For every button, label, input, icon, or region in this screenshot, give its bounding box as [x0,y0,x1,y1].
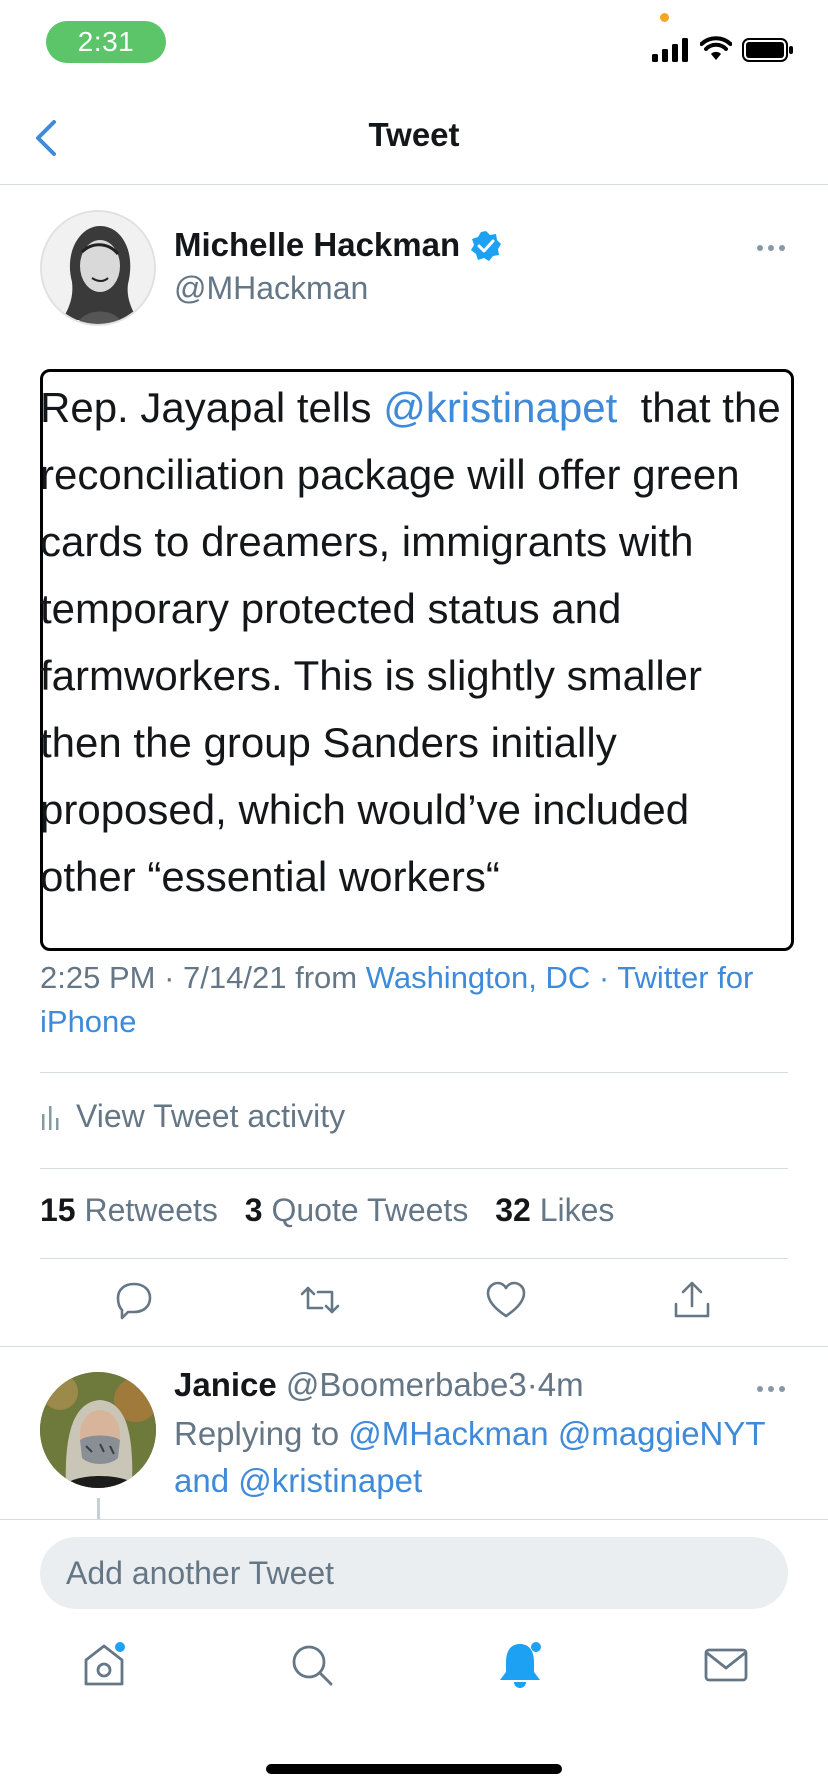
reply-author-handle[interactable]: @Boomerbabe3 [286,1366,527,1403]
retweet-icon[interactable] [298,1278,342,1322]
view-tweet-activity-label: View Tweet activity [76,1097,346,1134]
tweet-metadata: 2:25 PM · 7/14/21 from Washington, DC · … [40,956,800,1044]
tweet-time: 2:25 PM [40,960,156,995]
cellular-signal-icon [652,38,688,62]
separator-dot: · [598,960,610,995]
home-notification-dot [115,1642,125,1652]
retweets-stat[interactable]: 15 Retweets [40,1192,218,1228]
quote-tweets-label: Quote Tweets [271,1192,469,1228]
quote-tweets-count: 3 [244,1192,263,1228]
like-icon[interactable] [484,1278,528,1322]
mention-link[interactable]: @MHackman [348,1415,548,1452]
likes-stat[interactable]: 32 Likes [495,1192,614,1228]
reply-age: 4m [537,1366,584,1403]
home-indicator [266,1764,562,1774]
thread-line [97,1498,100,1520]
tab-bar [0,1640,828,1710]
messages-icon[interactable] [702,1640,750,1690]
status-time[interactable]: 2:31 [46,21,166,63]
author-name[interactable]: Michelle Hackman [174,226,460,264]
tweet-text-part: that the reconciliation package will off… [40,384,793,900]
reply-author-photo-icon [40,1372,156,1488]
location-link[interactable]: Washington, DC [366,960,591,995]
reply-header: Janice @Boomerbabe3·4m [174,1366,584,1404]
tweet-actions [0,1278,828,1330]
retweets-label: Retweets [84,1192,218,1228]
quote-tweets-stat[interactable]: 3 Quote Tweets [245,1192,469,1228]
share-icon[interactable] [670,1278,714,1322]
mention-link[interactable]: @kristinapet [238,1462,422,1499]
divider [40,1168,788,1169]
replying-to-label: Replying to [174,1415,340,1452]
author-avatar[interactable] [40,210,156,326]
divider [0,1346,828,1347]
mention-link[interactable]: @maggieNYT [558,1415,765,1452]
likes-count: 32 [495,1192,531,1228]
tweet-text: Rep. Jayapal tells @kristinapet that the… [40,374,794,910]
tweet-stats: 15 Retweets 3 Quote Tweets 32 Likes [40,1192,614,1229]
battery-icon [742,38,793,62]
verified-badge-icon [471,231,501,261]
status-bar: 2:31 [0,0,828,88]
and-word: and [174,1462,230,1499]
search-icon[interactable] [288,1640,336,1690]
author-handle[interactable]: @MHackman [174,270,368,307]
tweet-text-part: Rep. Jayapal tells [40,384,384,431]
wifi-icon [700,36,732,60]
more-options-icon[interactable] [756,244,786,252]
notifications-dot [531,1642,541,1652]
reply-icon[interactable] [112,1278,156,1322]
author-portrait-icon [42,212,154,324]
likes-label: Likes [539,1192,615,1228]
separator-dot: · [526,1366,538,1403]
tweet-date: 7/14/21 [183,960,287,995]
reply-more-options-icon[interactable] [756,1385,786,1393]
view-tweet-activity-button[interactable]: View Tweet activity [40,1094,345,1138]
page-title: Tweet [368,116,460,153]
reply-author-name[interactable]: Janice [174,1366,277,1403]
reply-author-avatar[interactable] [40,1372,156,1488]
divider [40,1258,788,1259]
navigation-bar: Tweet [0,88,828,185]
from-word: from [295,960,358,995]
replying-to: Replying to @MHackman @maggieNYT and @kr… [174,1410,794,1504]
divider [40,1072,788,1073]
separator-dot: · [164,960,175,995]
add-another-tweet-input[interactable]: Add another Tweet [40,1537,788,1609]
retweets-count: 15 [40,1192,76,1228]
mention-link[interactable]: @kristinapet [383,384,617,431]
privacy-indicator-dot [660,13,669,22]
analytics-icon [42,1106,59,1130]
